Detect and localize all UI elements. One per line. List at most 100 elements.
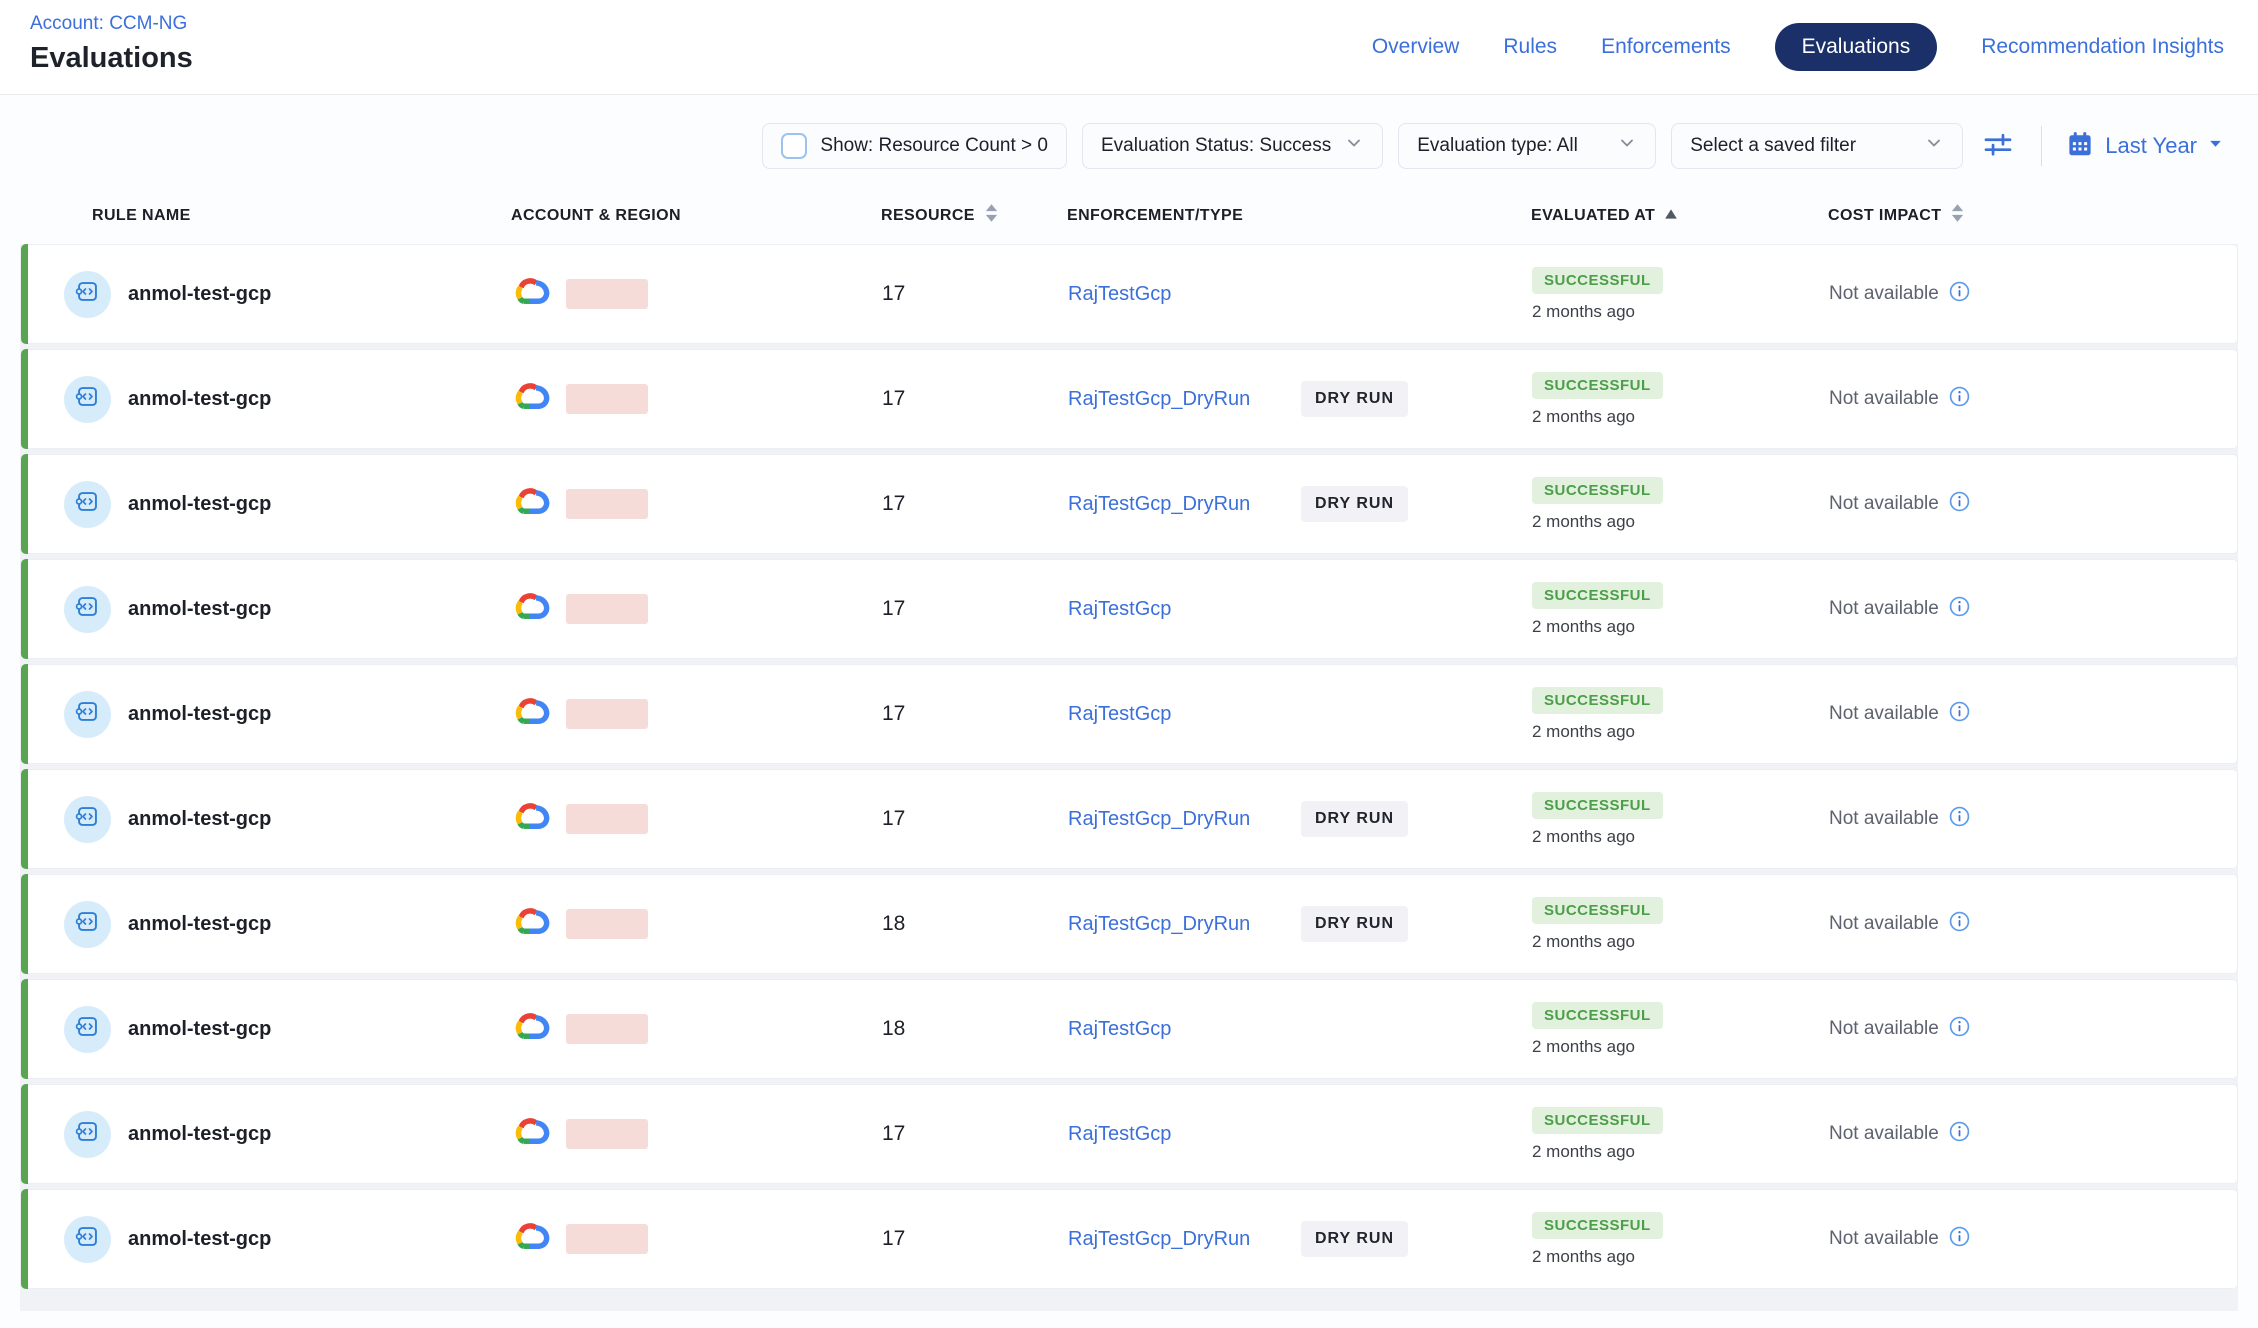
column-header-cost-impact[interactable]: COST IMPACT <box>1828 203 2238 228</box>
status-badge: SUCCESSFUL <box>1532 1212 1663 1239</box>
evaluated-time: 2 months ago <box>1532 1247 1635 1267</box>
info-icon[interactable] <box>1949 1121 1970 1147</box>
resource-count-filter-toggle[interactable]: Show: Resource Count > 0 <box>762 123 1067 169</box>
evaluated-time: 2 months ago <box>1532 512 1635 532</box>
account-region-cell <box>512 694 882 735</box>
dry-run-badge: DRY RUN <box>1301 381 1408 417</box>
enforcement-cell: RajTestGcp <box>1068 1018 1532 1041</box>
resource-count: 17 <box>882 387 1068 411</box>
redacted-account-name <box>566 1119 648 1149</box>
column-header-account-region[interactable]: ACCOUNT & REGION <box>511 207 881 225</box>
gcp-logo-icon <box>512 379 553 420</box>
table-row[interactable]: anmol-test-gcp 17 RajTestGcp_DryRun DRY … <box>20 349 2238 449</box>
info-icon[interactable] <box>1949 596 1970 622</box>
sliders-icon <box>1981 127 2015 166</box>
rule-name-cell: anmol-test-gcp <box>64 796 512 843</box>
status-badge: SUCCESSFUL <box>1532 372 1663 399</box>
evaluation-type-dropdown[interactable]: Evaluation type: All <box>1398 123 1656 169</box>
table-row[interactable]: anmol-test-gcp 17 RajTestGcp_DryRun DRY … <box>20 769 2238 869</box>
gcp-logo-icon <box>512 1219 553 1260</box>
table-row[interactable]: anmol-test-gcp 18 RajTestGcp_DryRun DRY … <box>20 874 2238 974</box>
info-icon[interactable] <box>1949 1226 1970 1252</box>
info-icon[interactable] <box>1949 386 1970 412</box>
resource-count-checkbox[interactable] <box>781 133 807 159</box>
table-row[interactable]: anmol-test-gcp 17 RajTestGcp SUCCESSFUL … <box>20 664 2238 764</box>
header-left: Account: CCM-NG Evaluations <box>30 0 193 94</box>
status-badge: SUCCESSFUL <box>1532 477 1663 504</box>
account-region-cell <box>512 904 882 945</box>
rule-name-cell: anmol-test-gcp <box>64 1216 512 1263</box>
rule-avatar <box>64 481 111 528</box>
enforcement-cell: RajTestGcp <box>1068 1123 1532 1146</box>
evaluated-time: 2 months ago <box>1532 407 1635 427</box>
column-header-rule-name[interactable]: RULE NAME <box>92 207 511 225</box>
enforcement-link[interactable]: RajTestGcp <box>1068 598 1301 621</box>
cost-impact-cell: Not available <box>1829 701 2237 727</box>
info-icon[interactable] <box>1949 1016 1970 1042</box>
account-region-cell <box>512 484 882 525</box>
info-icon[interactable] <box>1949 491 1970 517</box>
rule-avatar <box>64 586 111 633</box>
evaluated-at-cell: SUCCESSFUL 2 months ago <box>1532 1002 1829 1057</box>
evaluated-time: 2 months ago <box>1532 617 1635 637</box>
page-title: Evaluations <box>30 42 193 75</box>
enforcement-link[interactable]: RajTestGcp <box>1068 703 1301 726</box>
time-range-selector[interactable]: Last Year <box>2065 129 2224 164</box>
column-header-resource[interactable]: RESOURCE <box>881 203 1067 228</box>
rule-name: anmol-test-gcp <box>128 913 271 936</box>
cost-impact-value: Not available <box>1829 913 1939 935</box>
info-icon[interactable] <box>1949 911 1970 937</box>
resource-count: 17 <box>882 492 1068 516</box>
sort-both-icon <box>984 203 999 228</box>
cost-impact-value: Not available <box>1829 493 1939 515</box>
info-icon[interactable] <box>1949 281 1970 307</box>
enforcement-link[interactable]: RajTestGcp_DryRun <box>1068 913 1301 936</box>
table-row[interactable]: anmol-test-gcp 17 RajTestGcp_DryRun DRY … <box>20 1189 2238 1289</box>
table-row[interactable]: anmol-test-gcp 17 RajTestGcp SUCCESSFUL … <box>20 559 2238 659</box>
enforcement-link[interactable]: RajTestGcp_DryRun <box>1068 493 1301 516</box>
tab-evaluations-active[interactable]: Evaluations <box>1775 23 1938 71</box>
info-icon[interactable] <box>1949 701 1970 727</box>
column-label: ENFORCEMENT/TYPE <box>1067 207 1243 225</box>
table-row[interactable]: anmol-test-gcp 17 RajTestGcp_DryRun DRY … <box>20 454 2238 554</box>
tab-rules[interactable]: Rules <box>1503 35 1557 59</box>
filter-settings-button[interactable] <box>1978 126 2018 166</box>
column-header-evaluated-at[interactable]: EVALUATED AT <box>1531 207 1828 225</box>
enforcement-link[interactable]: RajTestGcp <box>1068 283 1301 306</box>
table-row[interactable]: anmol-test-gcp 17 RajTestGcp SUCCESSFUL … <box>20 244 2238 344</box>
column-label: ACCOUNT & REGION <box>511 207 681 225</box>
tab-enforcements[interactable]: Enforcements <box>1601 35 1731 59</box>
info-icon[interactable] <box>1949 806 1970 832</box>
enforcement-link[interactable]: RajTestGcp <box>1068 1123 1301 1146</box>
dry-run-badge: DRY RUN <box>1301 906 1408 942</box>
gcp-logo-icon <box>512 694 553 735</box>
redacted-account-name <box>566 594 648 624</box>
enforcement-link[interactable]: RajTestGcp_DryRun <box>1068 1228 1301 1251</box>
rule-code-icon <box>74 1223 101 1255</box>
evaluation-type-value: Evaluation type: All <box>1417 135 1578 157</box>
tab-recommendation-insights[interactable]: Recommendation Insights <box>1981 35 2224 59</box>
resource-count: 18 <box>882 1017 1068 1041</box>
column-header-enforcement-type[interactable]: ENFORCEMENT/TYPE <box>1067 207 1531 225</box>
rule-code-icon <box>74 1013 101 1045</box>
table-row[interactable]: anmol-test-gcp 17 RajTestGcp SUCCESSFUL … <box>20 1084 2238 1184</box>
resource-count: 17 <box>882 282 1068 306</box>
enforcement-link[interactable]: RajTestGcp_DryRun <box>1068 808 1301 831</box>
rule-name: anmol-test-gcp <box>128 283 271 306</box>
evaluated-time: 2 months ago <box>1532 1142 1635 1162</box>
account-breadcrumb-link[interactable]: Account: CCM-NG <box>30 13 193 35</box>
table-row[interactable]: anmol-test-gcp 18 RajTestGcp SUCCESSFUL … <box>20 979 2238 1079</box>
cost-impact-cell: Not available <box>1829 911 2237 937</box>
status-badge: SUCCESSFUL <box>1532 267 1663 294</box>
enforcement-link[interactable]: RajTestGcp <box>1068 1018 1301 1041</box>
saved-filter-placeholder: Select a saved filter <box>1690 135 1856 157</box>
filter-bar: Show: Resource Count > 0 Evaluation Stat… <box>0 95 2258 171</box>
evaluation-status-dropdown[interactable]: Evaluation Status: Success <box>1082 123 1383 169</box>
rule-name-cell: anmol-test-gcp <box>64 586 512 633</box>
gcp-logo-icon <box>512 1114 553 1155</box>
rule-avatar <box>64 691 111 738</box>
saved-filter-dropdown[interactable]: Select a saved filter <box>1671 123 1963 169</box>
resource-count: 17 <box>882 1122 1068 1146</box>
tab-overview[interactable]: Overview <box>1372 35 1460 59</box>
enforcement-link[interactable]: RajTestGcp_DryRun <box>1068 388 1301 411</box>
